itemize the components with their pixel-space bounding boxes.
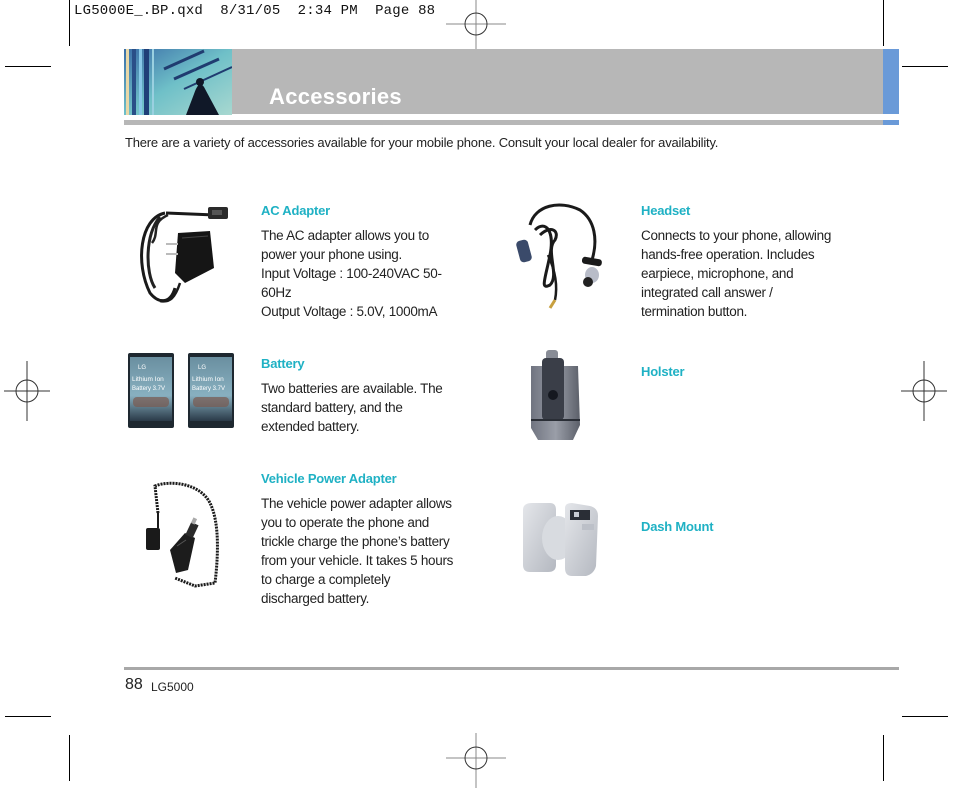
battery-type: Lithium Ion bbox=[192, 376, 224, 383]
crop-mark bbox=[69, 0, 70, 46]
header-photo bbox=[124, 49, 232, 115]
print-slug: LG5000E_.BP.qxd 8/31/05 2:34 PM Page 88 bbox=[74, 3, 435, 19]
registration-mark-icon bbox=[4, 361, 50, 421]
slug-time: 2:34 PM bbox=[297, 3, 358, 19]
headset-image bbox=[516, 203, 602, 309]
header-rule bbox=[124, 120, 884, 125]
battery-brand: LG bbox=[198, 365, 206, 371]
slug-date: 8/31/05 bbox=[220, 3, 281, 19]
crop-mark bbox=[5, 66, 51, 67]
crop-mark bbox=[5, 716, 51, 717]
page-title: Accessories bbox=[269, 84, 402, 109]
crop-mark bbox=[902, 716, 948, 717]
battery-image: LG Lithium Ion Battery 3.7V LG Lithium I… bbox=[128, 353, 234, 428]
battery-voltage: Battery 3.7V bbox=[132, 386, 165, 392]
crop-mark bbox=[69, 735, 70, 781]
accessory-title-ac-adapter: AC Adapter bbox=[261, 203, 331, 218]
vehicle-adapter-image bbox=[146, 481, 219, 588]
header-rule-accent bbox=[883, 120, 899, 125]
battery-voltage: Battery 3.7V bbox=[192, 386, 225, 392]
accessory-title-holster: Holster bbox=[641, 364, 685, 379]
crop-mark bbox=[883, 735, 884, 781]
model-name: LG5000 bbox=[151, 680, 194, 694]
crop-mark bbox=[902, 66, 948, 67]
accessory-title-vehicle-power-adapter: Vehicle Power Adapter bbox=[261, 471, 397, 486]
battery-type: Lithium Ion bbox=[132, 376, 164, 383]
accessory-desc-ac-adapter: The AC adapter allows you to power your … bbox=[261, 228, 442, 319]
holster-image bbox=[531, 350, 580, 440]
battery-brand: LG bbox=[138, 365, 146, 371]
registration-mark-icon bbox=[446, 733, 506, 788]
accessory-desc-vehicle-power-adapter: The vehicle power adapter allows you to … bbox=[261, 496, 454, 606]
page-number: 88 bbox=[125, 676, 143, 693]
dash-mount-image bbox=[523, 503, 598, 576]
slug-filename: LG5000E_.BP.qxd bbox=[74, 3, 204, 19]
registration-mark-icon bbox=[446, 0, 506, 54]
intro-text: There are a variety of accessories avail… bbox=[125, 135, 719, 150]
header-accent bbox=[883, 49, 899, 114]
crop-mark bbox=[883, 0, 884, 46]
accessory-title-headset: Headset bbox=[641, 203, 691, 218]
footer-rule bbox=[124, 667, 899, 670]
accessory-title-battery: Battery bbox=[261, 356, 305, 371]
slug-page: Page 88 bbox=[375, 3, 436, 19]
registration-mark-icon bbox=[901, 361, 947, 421]
accessory-desc-headset: Connects to your phone, allowing hands-f… bbox=[641, 228, 832, 319]
accessory-desc-battery: Two batteries are available. The standar… bbox=[261, 381, 443, 434]
ac-adapter-image bbox=[140, 207, 228, 303]
accessory-title-dash-mount: Dash Mount bbox=[641, 519, 714, 534]
